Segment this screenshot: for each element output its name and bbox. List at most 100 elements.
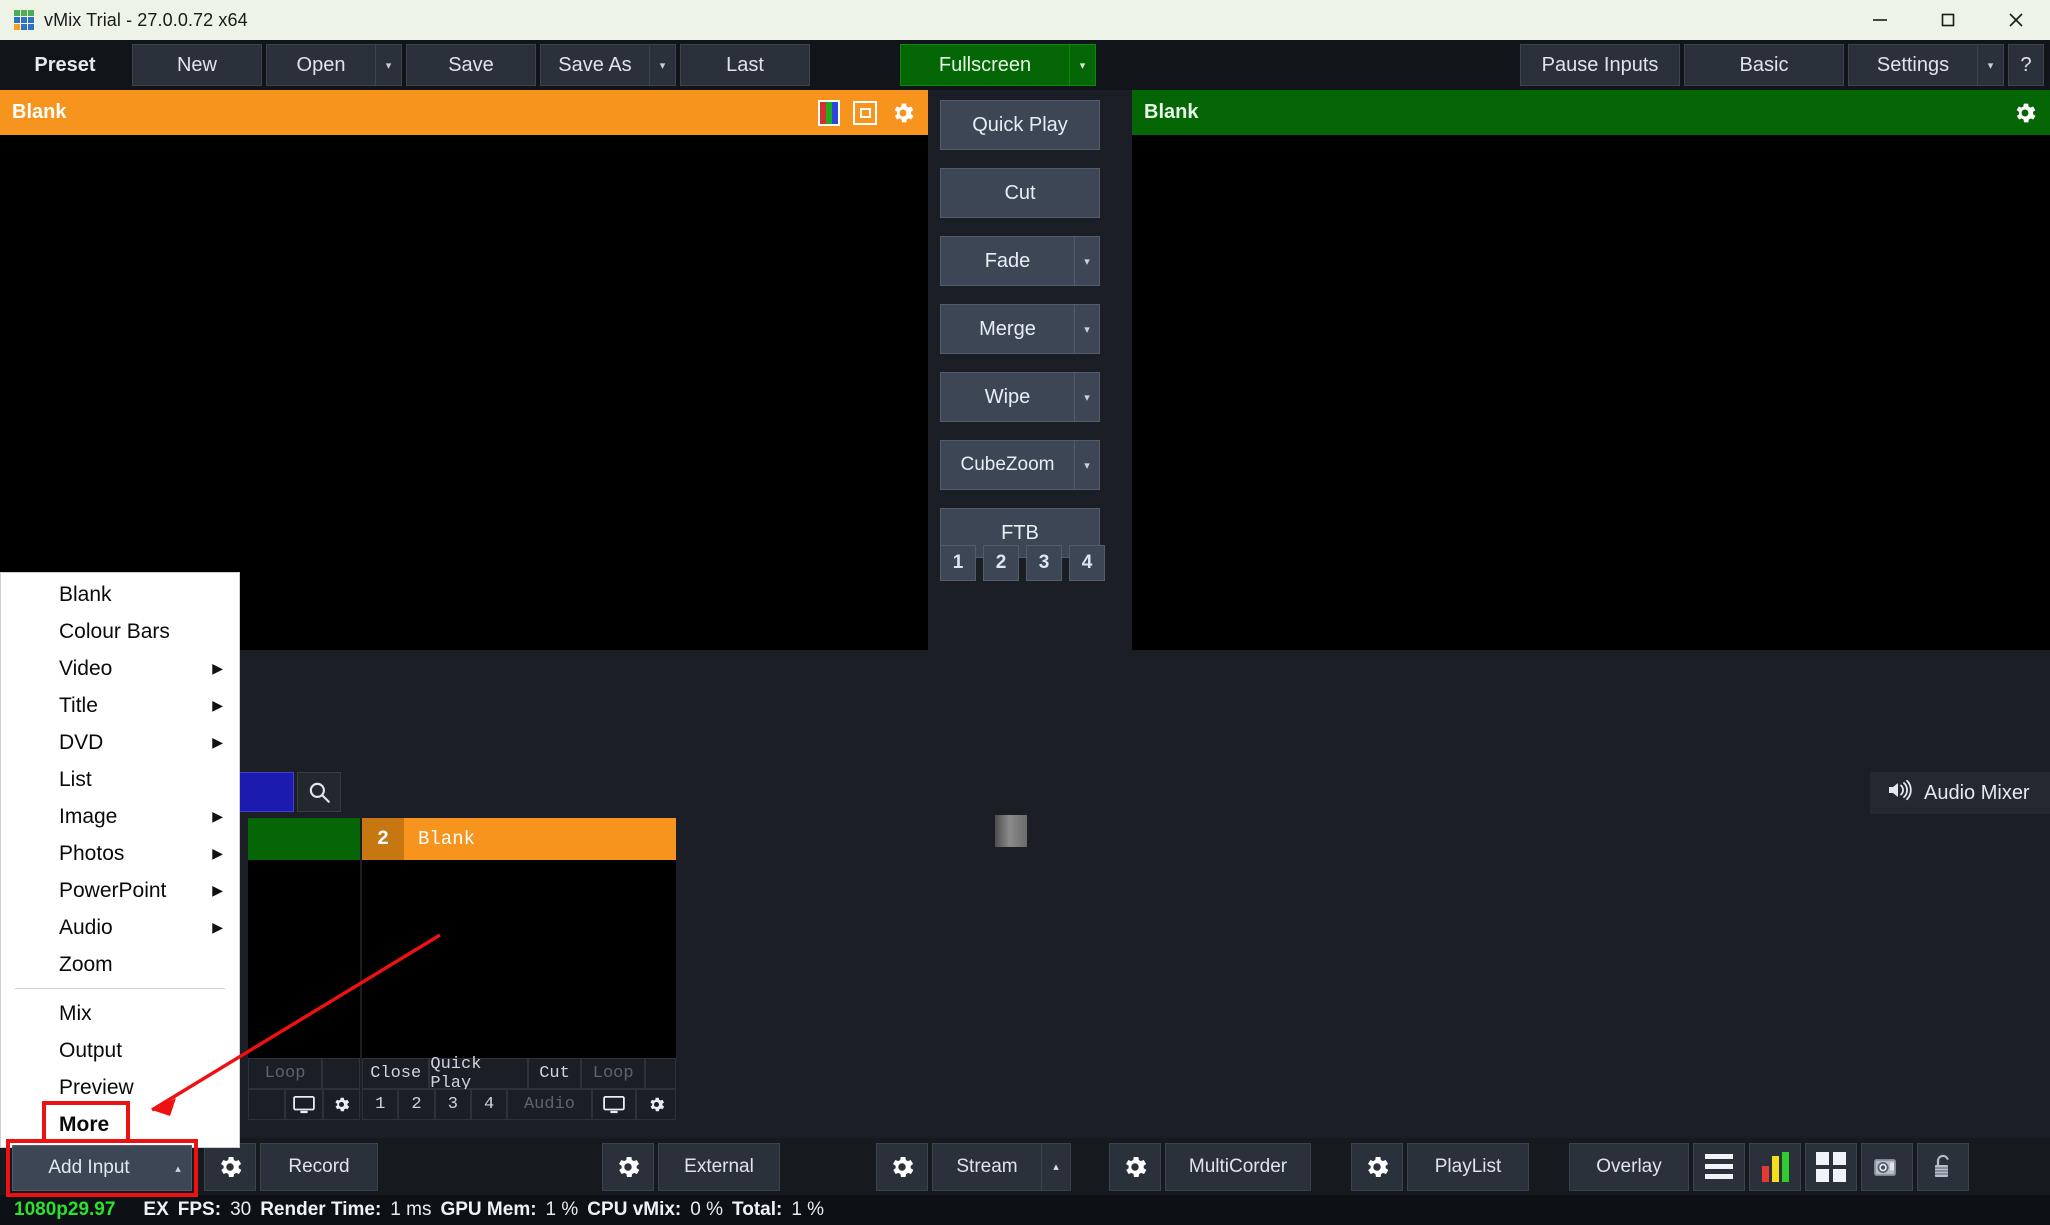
external-button[interactable]: External — [658, 1142, 780, 1191]
input-2-overlay-1[interactable]: 1 — [362, 1089, 399, 1120]
fade-button[interactable]: Fade — [940, 236, 1075, 286]
save-button[interactable]: Save — [406, 44, 536, 86]
camera-icon[interactable] — [1861, 1142, 1913, 1191]
menu-item-title[interactable]: Title ▶ — [1, 687, 239, 724]
external-settings-gear-icon[interactable] — [602, 1142, 654, 1191]
input-2-overlay-4[interactable]: 4 — [470, 1089, 508, 1120]
cut-button[interactable]: Cut — [940, 168, 1100, 218]
input-2-quick-play-button[interactable]: Quick Play — [429, 1055, 528, 1093]
input-thumbnail-2[interactable]: 2 Blank Close Quick Play Cut Loop 1 2 3 … — [362, 818, 676, 1120]
transition-preset-4[interactable]: 4 — [1069, 545, 1105, 581]
new-button[interactable]: New — [132, 44, 262, 86]
menu-item-list[interactable]: List — [1, 761, 239, 798]
menu-item-preview[interactable]: Preview — [1, 1069, 239, 1106]
menu-item-blank[interactable]: Blank — [1, 576, 239, 613]
input-2-preview-image[interactable] — [362, 860, 676, 1058]
input-thumbnail-1[interactable]: Loop — [248, 818, 360, 1120]
program-video-surface[interactable] — [1132, 135, 2050, 650]
menu-item-powerpoint[interactable]: PowerPoint ▶ — [1, 872, 239, 909]
fullscreen-dropdown-arrow-icon[interactable]: ▾ — [1070, 44, 1096, 86]
add-input-button[interactable]: Add Input ▴ — [12, 1145, 192, 1191]
cubezoom-button[interactable]: CubeZoom — [940, 440, 1075, 490]
audio-mixer-tab[interactable]: Audio Mixer — [1870, 772, 2050, 814]
record-settings-gear-icon[interactable] — [204, 1142, 256, 1191]
gear-icon[interactable] — [890, 100, 916, 126]
transition-preset-2[interactable]: 2 — [983, 545, 1019, 581]
stream-settings-gear-icon[interactable] — [876, 1142, 928, 1191]
input-1-loop-button[interactable]: Loop — [248, 1058, 322, 1089]
menu-item-more[interactable]: More — [1, 1106, 239, 1143]
quick-play-button[interactable]: Quick Play — [940, 100, 1100, 150]
input-2-cut-button[interactable]: Cut — [527, 1058, 582, 1089]
search-icon[interactable] — [297, 772, 341, 812]
wipe-button[interactable]: Wipe — [940, 372, 1075, 422]
input-2-overlay-3[interactable]: 3 — [434, 1089, 471, 1120]
merge-button[interactable]: Merge — [940, 304, 1075, 354]
close-icon[interactable] — [1982, 0, 2050, 40]
transition-preset-3[interactable]: 3 — [1026, 545, 1062, 581]
save-as-button[interactable]: Save As — [540, 44, 650, 86]
window-icon[interactable] — [853, 100, 877, 125]
gear-icon[interactable] — [322, 1089, 360, 1120]
help-button[interactable]: ? — [2008, 44, 2044, 86]
playlist-settings-gear-icon[interactable] — [1351, 1142, 1403, 1191]
search-input[interactable] — [238, 772, 294, 812]
input-1-header — [248, 818, 360, 860]
menu-item-audio[interactable]: Audio ▶ — [1, 909, 239, 946]
program-pane-header: Blank — [1132, 90, 2050, 135]
input-2-audio-button[interactable]: Audio — [507, 1089, 592, 1120]
input-1-button-row: Loop — [248, 1058, 360, 1089]
preview-pane[interactable]: Blank — [0, 90, 928, 650]
cubezoom-dropdown-arrow-icon[interactable]: ▾ — [1075, 440, 1100, 490]
stream-dropdown-arrow-icon[interactable]: ▴ — [1042, 1142, 1071, 1191]
input-2-overlay-2[interactable]: 2 — [398, 1089, 435, 1120]
playlist-button[interactable]: PlayList — [1407, 1142, 1529, 1191]
program-pane[interactable]: Blank — [1132, 90, 2050, 650]
stream-button[interactable]: Stream — [932, 1142, 1042, 1191]
open-dropdown-arrow-icon[interactable]: ▾ — [376, 44, 402, 86]
menu-item-zoom[interactable]: Zoom — [1, 946, 239, 983]
wipe-dropdown-arrow-icon[interactable]: ▾ — [1075, 372, 1100, 422]
settings-dropdown-arrow-icon[interactable]: ▾ — [1978, 44, 2004, 86]
record-button[interactable]: Record — [260, 1142, 378, 1191]
menu-item-video[interactable]: Video ▶ — [1, 650, 239, 687]
program-pane-title: Blank — [1144, 101, 1199, 123]
gear-icon[interactable] — [2012, 100, 2038, 126]
hamburger-icon[interactable] — [1693, 1142, 1745, 1191]
menu-item-output[interactable]: Output — [1, 1032, 239, 1069]
wipe-button-group: Wipe ▾ — [940, 372, 1100, 422]
merge-dropdown-arrow-icon[interactable]: ▾ — [1075, 304, 1100, 354]
maximize-icon[interactable] — [1914, 0, 1982, 40]
fullscreen-button[interactable]: Fullscreen — [900, 44, 1070, 86]
input-1-preview-image[interactable] — [248, 860, 360, 1058]
gear-icon[interactable] — [636, 1089, 676, 1120]
input-2-close-button[interactable]: Close — [362, 1058, 430, 1089]
multicorder-button[interactable]: MultiCorder — [1165, 1142, 1311, 1191]
monitor-icon[interactable] — [285, 1089, 323, 1120]
menu-item-photos[interactable]: Photos ▶ — [1, 835, 239, 872]
basic-button[interactable]: Basic — [1684, 44, 1844, 86]
add-input-context-menu: Blank Colour Bars Video ▶ Title ▶ DVD ▶ … — [0, 572, 240, 1148]
input-2-icon-row: 1 2 3 4 Audio — [362, 1089, 676, 1120]
settings-button[interactable]: Settings — [1848, 44, 1978, 86]
pause-inputs-button[interactable]: Pause Inputs — [1520, 44, 1680, 86]
monitor-icon[interactable] — [591, 1089, 637, 1120]
colour-bars-icon[interactable] — [818, 99, 840, 126]
overlay-button[interactable]: Overlay — [1569, 1142, 1689, 1191]
audio-mixer-label: Audio Mixer — [1924, 781, 2030, 804]
last-button[interactable]: Last — [680, 44, 810, 86]
menu-item-colour-bars[interactable]: Colour Bars — [1, 613, 239, 650]
quad-grid-icon[interactable] — [1805, 1142, 1857, 1191]
save-as-dropdown-arrow-icon[interactable]: ▾ — [650, 44, 676, 86]
lock-icon[interactable] — [1917, 1142, 1969, 1191]
multicorder-settings-gear-icon[interactable] — [1109, 1142, 1161, 1191]
fade-dropdown-arrow-icon[interactable]: ▾ — [1075, 236, 1100, 286]
minimize-icon[interactable] — [1846, 0, 1914, 40]
menu-item-dvd[interactable]: DVD ▶ — [1, 724, 239, 761]
input-2-loop-button[interactable]: Loop — [581, 1058, 646, 1089]
transition-preset-1[interactable]: 1 — [940, 545, 976, 581]
menu-item-image[interactable]: Image ▶ — [1, 798, 239, 835]
menu-item-mix[interactable]: Mix — [1, 995, 239, 1032]
audio-meter-icon[interactable] — [1749, 1142, 1801, 1191]
open-button[interactable]: Open — [266, 44, 376, 86]
